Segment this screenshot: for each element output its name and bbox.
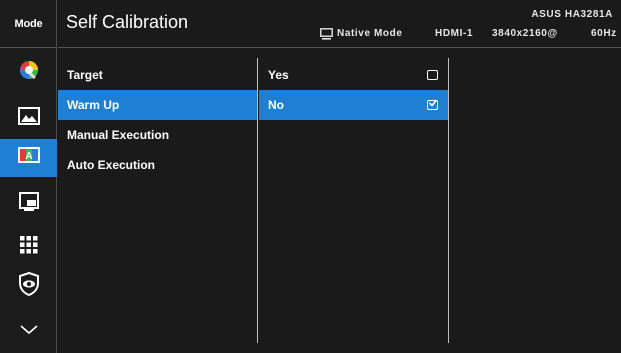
- status-mode: Native Mode: [337, 28, 403, 39]
- nav-item-input-select[interactable]: [0, 185, 57, 223]
- status-resolution: 3840x2160@: [492, 28, 558, 39]
- option-no[interactable]: No: [259, 90, 448, 120]
- status-refresh: 60Hz: [591, 28, 617, 39]
- nav-item-image[interactable]: [0, 99, 57, 137]
- color-adjust-icon: A: [17, 146, 41, 171]
- option-label: Yes: [268, 68, 289, 82]
- color-icon: [18, 59, 40, 86]
- menu-item-label: Manual Execution: [67, 128, 170, 142]
- image-icon: [17, 106, 40, 130]
- menu-grid-icon: [19, 235, 39, 260]
- nav-item-color-adjust[interactable]: A: [0, 139, 57, 177]
- eye-shield-icon: [18, 271, 40, 301]
- nav-item-menu[interactable]: [0, 228, 57, 266]
- menu-item-label: Target: [67, 68, 103, 82]
- chevron-down-icon: [19, 322, 38, 340]
- mode-button[interactable]: Mode: [0, 0, 57, 48]
- checkbox-unchecked[interactable]: [427, 70, 438, 80]
- page-title: Self Calibration: [66, 12, 189, 32]
- nav-item-eye-care[interactable]: [0, 267, 57, 305]
- osd-panel: Mode A Self Calibration Native Mode HDMI…: [0, 0, 621, 353]
- checkbox-checked[interactable]: [427, 99, 438, 110]
- input-select-icon: [18, 191, 40, 218]
- mode-label: Mode: [14, 17, 43, 30]
- osd-nav: Mode A: [0, 0, 57, 353]
- nav-item-color[interactable]: [0, 53, 57, 91]
- checkmark-icon: [429, 99, 437, 107]
- menu-item-label: Auto Execution: [67, 158, 156, 172]
- nav-item-more[interactable]: [0, 312, 57, 350]
- model-name: ASUS HA3281A: [531, 9, 613, 20]
- menu-item-label: Warm Up: [67, 98, 120, 112]
- menu-item-manual-execution[interactable]: Manual Execution: [58, 120, 257, 150]
- svg-text:A: A: [25, 151, 32, 162]
- option-list: Yes No: [259, 58, 449, 343]
- menu-item-warm-up[interactable]: Warm Up: [58, 90, 257, 120]
- option-yes[interactable]: Yes: [259, 60, 448, 90]
- option-label: No: [268, 98, 284, 112]
- osd-header: Self Calibration Native Mode HDMI-1 3840…: [58, 0, 621, 48]
- menu-item-target[interactable]: Target: [58, 60, 257, 90]
- menu-list: Target Warm Up Manual Execution Auto Exe…: [58, 58, 258, 343]
- monitor-icon: [320, 27, 333, 45]
- menu-item-auto-execution[interactable]: Auto Execution: [58, 150, 257, 180]
- status-input: HDMI-1: [435, 28, 474, 39]
